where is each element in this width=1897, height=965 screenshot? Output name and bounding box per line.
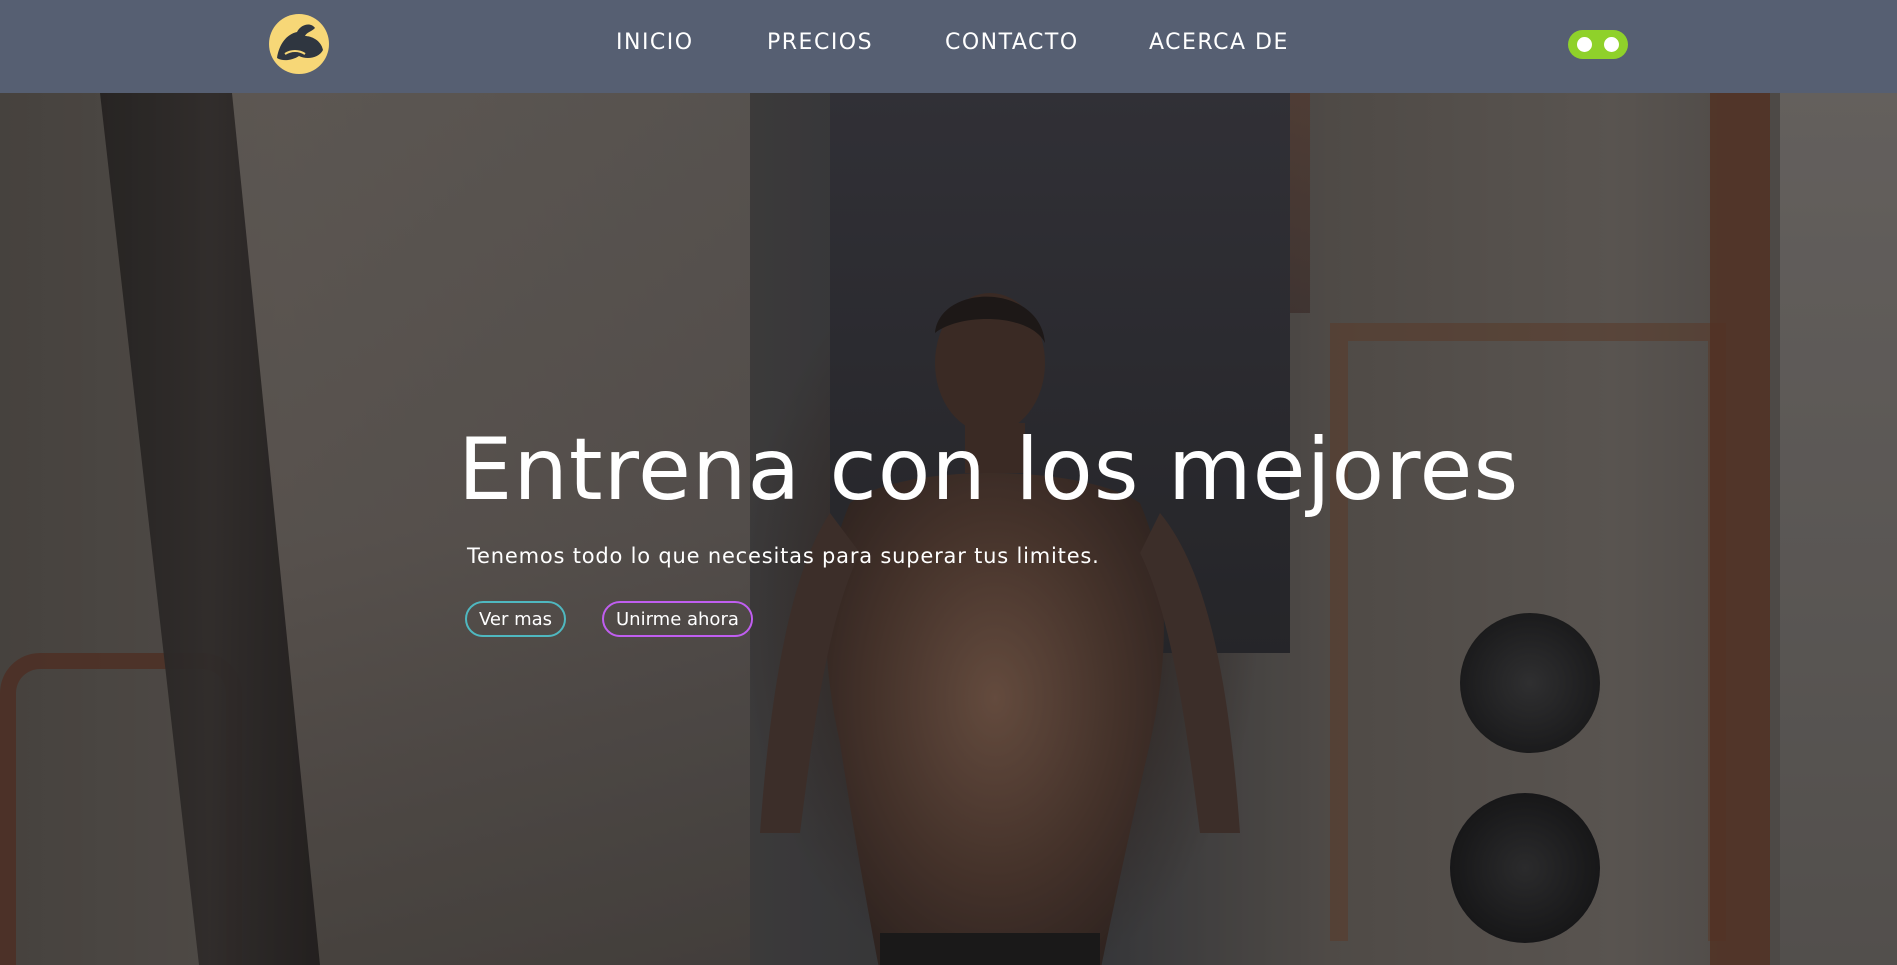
unirme-ahora-button[interactable]: Unirme ahora bbox=[602, 601, 753, 637]
navbar: INICIO PRECIOS CONTACTO ACERCA DE bbox=[0, 0, 1897, 93]
theme-toggle[interactable] bbox=[1568, 30, 1628, 59]
nav-link-precios[interactable]: PRECIOS bbox=[767, 30, 873, 55]
nav-link-contacto[interactable]: CONTACTO bbox=[945, 30, 1079, 55]
nav-link-acerca-de[interactable]: ACERCA DE bbox=[1149, 30, 1289, 55]
nav-link-inicio[interactable]: INICIO bbox=[616, 30, 694, 55]
toggle-dot-left bbox=[1577, 37, 1592, 52]
hero-background bbox=[0, 93, 1897, 965]
toggle-dot-right bbox=[1604, 37, 1619, 52]
ver-mas-button[interactable]: Ver mas bbox=[465, 601, 567, 637]
hero-dark-overlay bbox=[0, 93, 1897, 965]
